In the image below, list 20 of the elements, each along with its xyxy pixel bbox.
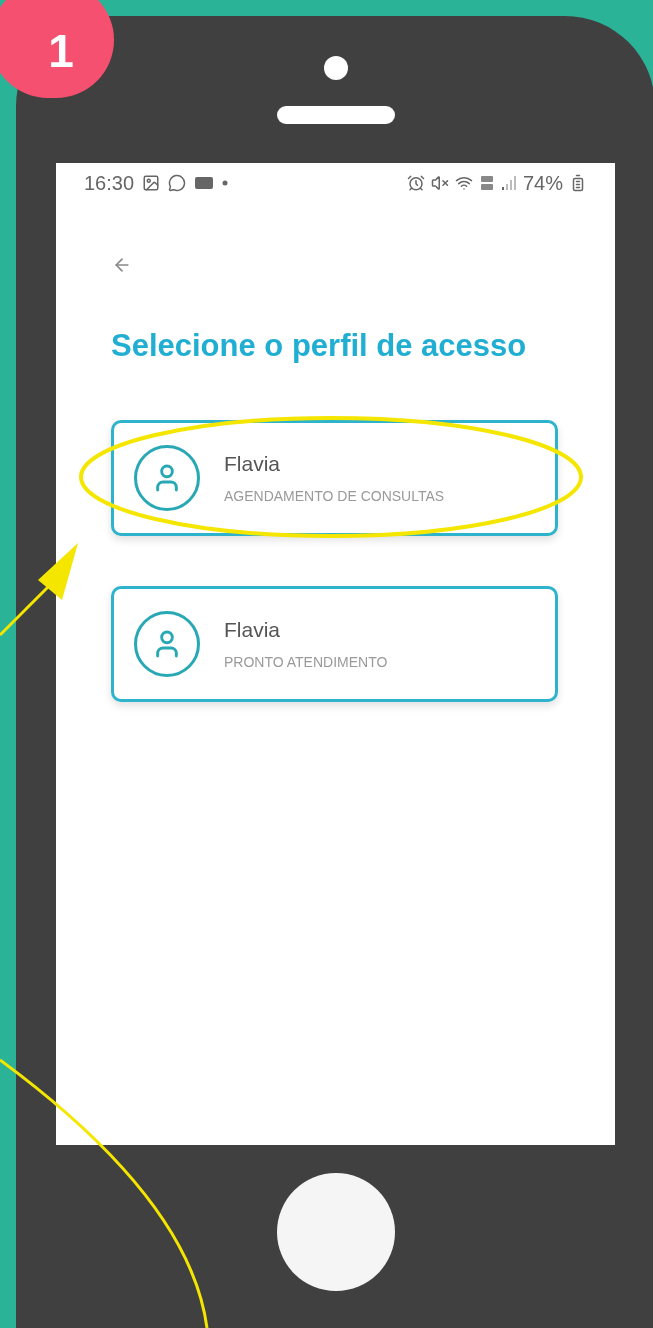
battery-percent: 74%	[522, 171, 563, 196]
dot-icon	[222, 180, 229, 186]
user-icon	[134, 610, 200, 677]
step-badge: 1	[0, 0, 114, 98]
user-icon	[134, 444, 200, 511]
profile-name: Flavia	[224, 451, 282, 478]
image-icon	[142, 174, 161, 192]
profile-role: AGENDAMENTO DE CONSULTAS	[224, 486, 445, 506]
profile-card[interactable]: Flavia AGENDAMENTO DE CONSULTAS	[111, 419, 558, 536]
card-icon	[194, 175, 215, 191]
alarm-icon	[406, 174, 425, 192]
wifi-icon	[454, 174, 473, 192]
page-title: Selecione o perfil de acesso	[111, 327, 528, 365]
chat-icon	[168, 174, 187, 192]
signal-icon	[500, 175, 517, 191]
profile-name: Flavia	[224, 617, 282, 644]
profile-role: PRONTO ATENDIMENTO	[224, 652, 388, 672]
profile-card[interactable]: Flavia PRONTO ATENDIMENTO	[111, 585, 558, 702]
mute-icon	[430, 174, 449, 192]
status-time: 16:30	[84, 171, 135, 196]
